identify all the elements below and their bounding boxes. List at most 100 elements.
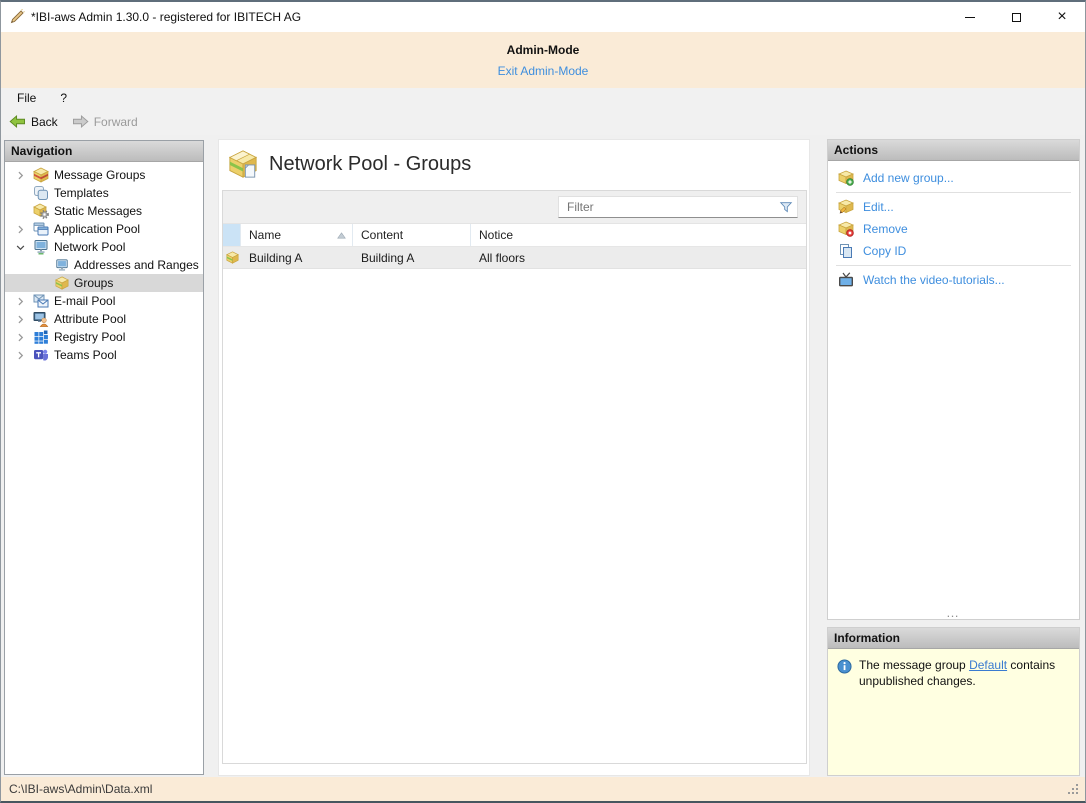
actions-separator <box>836 192 1071 193</box>
watch-video-tutorials-action[interactable]: Watch the video-tutorials... <box>828 269 1079 291</box>
admin-mode-title: Admin-Mode <box>506 43 580 57</box>
nav-item-attribute-pool[interactable]: Attribute Pool <box>5 310 203 328</box>
filter-funnel-icon[interactable] <box>779 200 793 214</box>
forward-button[interactable]: Forward <box>72 114 138 129</box>
content-column-header[interactable]: Content <box>353 224 471 246</box>
group-box-icon <box>225 251 239 264</box>
remove-group-action[interactable]: Remove <box>828 218 1079 240</box>
actions-separator <box>836 265 1071 266</box>
edit-group-icon <box>838 199 854 214</box>
app-logo-icon <box>10 9 25 24</box>
chevron-right-icon[interactable] <box>13 294 27 308</box>
maximize-icon <box>1011 12 1021 22</box>
close-button[interactable]: × <box>1039 2 1085 32</box>
chevron-right-icon[interactable] <box>13 312 27 326</box>
page-title: Network Pool - Groups <box>269 152 472 175</box>
back-label: Back <box>31 114 58 129</box>
copy-id-action[interactable]: Copy ID <box>828 240 1079 262</box>
groups-icon <box>55 276 69 290</box>
back-button[interactable]: Back <box>9 114 58 129</box>
table-header-row: Name Content Notice <box>223 224 806 247</box>
network-group-icon <box>228 150 258 178</box>
info-icon <box>837 659 852 674</box>
nav-item-email-pool[interactable]: E-mail Pool <box>5 292 203 310</box>
chevron-down-icon[interactable] <box>13 240 27 254</box>
copy-id-icon <box>840 244 852 258</box>
title-bar: *IBI-aws Admin 1.30.0 - registered for I… <box>1 2 1085 32</box>
close-icon: × <box>1057 8 1067 25</box>
row-content-cell: Building A <box>361 250 415 265</box>
nav-item-static-messages[interactable]: Static Messages <box>5 202 203 220</box>
filter-input[interactable] <box>558 196 798 218</box>
chevron-right-icon[interactable] <box>13 168 27 182</box>
app-window: *IBI-aws Admin 1.30.0 - registered for I… <box>0 0 1086 803</box>
video-tutorials-icon <box>839 272 853 287</box>
information-panel: Information The message group Default co… <box>827 627 1080 776</box>
row-name-cell: Building A <box>249 250 303 265</box>
info-message-prefix: The message group <box>859 658 970 672</box>
navigation-toolbar: Back Forward <box>1 108 1085 135</box>
default-group-link[interactable]: Default <box>969 658 1007 672</box>
nav-item-network-pool[interactable]: Network Pool <box>5 238 203 256</box>
status-bar: C:\IBI-aws\Admin\Data.xml <box>1 777 1085 801</box>
registry-pool-icon <box>34 330 48 344</box>
menu-bar: File ? <box>1 88 1085 108</box>
page-heading: Network Pool - Groups <box>219 140 809 179</box>
forward-label: Forward <box>93 114 138 129</box>
actions-panel: Actions Add new group... Edit... Remove … <box>827 139 1080 620</box>
filter-bar <box>223 191 806 224</box>
window-controls: × <box>947 2 1085 32</box>
menu-help[interactable]: ? <box>60 91 67 105</box>
nav-item-groups[interactable]: Groups <box>5 274 203 292</box>
data-file-path: C:\IBI-aws\Admin\Data.xml <box>9 782 153 796</box>
navigation-tree: Message Groups Templates Static Messages… <box>5 162 203 364</box>
icon-column-header[interactable] <box>223 224 241 246</box>
chevron-right-icon[interactable] <box>13 348 27 362</box>
groups-table: Name Content Notice <box>222 190 807 764</box>
information-message: The message group Default contains unpub… <box>828 649 1079 690</box>
maximize-button[interactable] <box>993 2 1039 32</box>
resize-grip[interactable] <box>1068 784 1080 796</box>
main-content-panel: Network Pool - Groups Name <box>218 139 810 776</box>
panel-splitter-handle[interactable]: … <box>828 606 1079 619</box>
nav-item-application-pool[interactable]: Application Pool <box>5 220 203 238</box>
attribute-pool-icon <box>33 312 49 327</box>
network-pool-icon <box>34 240 48 255</box>
addresses-ranges-icon <box>56 259 68 271</box>
window-title: *IBI-aws Admin 1.30.0 - registered for I… <box>31 10 302 24</box>
notice-column-header[interactable]: Notice <box>471 224 806 246</box>
sort-ascending-icon <box>337 231 346 238</box>
nav-item-addresses-and-ranges[interactable]: Addresses and Ranges <box>5 256 203 274</box>
minimize-icon <box>965 16 975 18</box>
nav-item-message-groups[interactable]: Message Groups <box>5 166 203 184</box>
templates-icon <box>34 186 48 200</box>
remove-group-icon <box>838 221 854 237</box>
add-new-group-action[interactable]: Add new group... <box>828 167 1079 189</box>
back-arrow-icon <box>9 115 25 128</box>
exit-admin-mode-link[interactable]: Exit Admin-Mode <box>498 64 589 78</box>
message-groups-icon <box>33 167 49 183</box>
navigation-panel-header: Navigation <box>5 141 203 162</box>
edit-group-action[interactable]: Edit... <box>828 196 1079 218</box>
minimize-button[interactable] <box>947 2 993 32</box>
chevron-right-icon[interactable] <box>13 222 27 236</box>
nav-item-teams-pool[interactable]: Teams Pool <box>5 346 203 364</box>
workspace: Navigation Message Groups Templates Stat… <box>1 135 1085 777</box>
teams-pool-icon <box>34 349 48 361</box>
table-row[interactable]: Building A Building A All floors <box>223 247 806 269</box>
actions-panel-header: Actions <box>828 140 1079 161</box>
navigation-panel: Navigation Message Groups Templates Stat… <box>4 140 204 775</box>
static-messages-icon <box>33 203 49 219</box>
forward-arrow-icon <box>72 115 89 128</box>
chevron-right-icon[interactable] <box>13 330 27 344</box>
actions-list: Add new group... Edit... Remove Copy ID … <box>828 161 1079 291</box>
email-pool-icon <box>33 294 49 308</box>
application-pool-icon <box>33 222 49 236</box>
nav-item-registry-pool[interactable]: Registry Pool <box>5 328 203 346</box>
nav-item-templates[interactable]: Templates <box>5 184 203 202</box>
add-group-icon <box>838 170 854 186</box>
name-column-header[interactable]: Name <box>241 224 353 246</box>
admin-mode-banner: Admin-Mode Exit Admin-Mode <box>1 32 1085 88</box>
row-notice-cell: All floors <box>479 250 526 265</box>
menu-file[interactable]: File <box>17 91 36 105</box>
